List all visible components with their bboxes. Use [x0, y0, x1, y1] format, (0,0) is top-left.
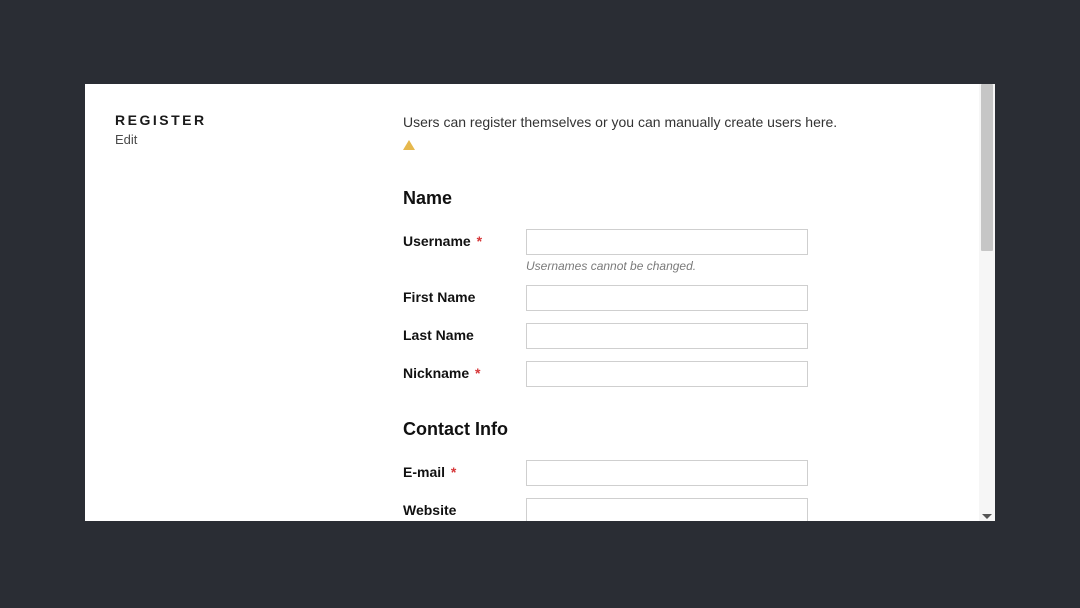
scrollbar-thumb[interactable] — [981, 84, 993, 251]
edit-link[interactable]: Edit — [115, 132, 403, 147]
firstname-input[interactable] — [526, 285, 808, 311]
input-wrap-website — [526, 498, 808, 521]
username-input[interactable] — [526, 229, 808, 255]
label-lastname: Last Name — [403, 323, 526, 343]
label-email-text: E-mail — [403, 464, 445, 480]
label-email: E-mail * — [403, 460, 526, 480]
label-nickname-text: Nickname — [403, 365, 469, 381]
intro-text: Users can register themselves or you can… — [403, 112, 949, 154]
input-wrap-lastname — [526, 323, 808, 349]
field-row-email: E-mail * — [403, 460, 949, 486]
section-heading-name: Name — [403, 188, 949, 209]
field-row-firstname: First Name — [403, 285, 949, 311]
input-wrap-firstname — [526, 285, 808, 311]
sidebar: Register Edit — [115, 112, 403, 521]
content-wrapper: Register Edit Users can register themsel… — [85, 84, 979, 521]
field-row-lastname: Last Name — [403, 323, 949, 349]
label-nickname: Nickname * — [403, 361, 526, 381]
sidebar-title: Register — [115, 112, 403, 128]
app-frame: Register Edit Users can register themsel… — [85, 84, 995, 521]
input-wrap-username: Usernames cannot be changed. — [526, 229, 808, 273]
website-input[interactable] — [526, 498, 808, 521]
nickname-input[interactable] — [526, 361, 808, 387]
field-row-website: Website — [403, 498, 949, 521]
field-row-nickname: Nickname * — [403, 361, 949, 387]
label-firstname: First Name — [403, 285, 526, 305]
scroll-down-icon[interactable] — [982, 514, 992, 519]
required-marker: * — [477, 233, 482, 249]
input-wrap-email — [526, 460, 808, 486]
field-row-username: Username * Usernames cannot be changed. — [403, 229, 949, 273]
scrollbar[interactable] — [979, 84, 995, 521]
email-input[interactable] — [526, 460, 808, 486]
label-username-text: Username — [403, 233, 471, 249]
lastname-input[interactable] — [526, 323, 808, 349]
required-marker: * — [451, 464, 456, 480]
label-username: Username * — [403, 229, 526, 249]
main-form: Users can register themselves or you can… — [403, 112, 949, 521]
page-content: Register Edit Users can register themsel… — [85, 84, 979, 521]
required-marker: * — [475, 365, 480, 381]
warning-icon — [403, 140, 415, 150]
label-website: Website — [403, 498, 526, 518]
section-heading-contact: Contact Info — [403, 419, 949, 440]
username-help: Usernames cannot be changed. — [526, 259, 808, 273]
input-wrap-nickname — [526, 361, 808, 387]
intro-copy: Users can register themselves or you can… — [403, 114, 837, 130]
